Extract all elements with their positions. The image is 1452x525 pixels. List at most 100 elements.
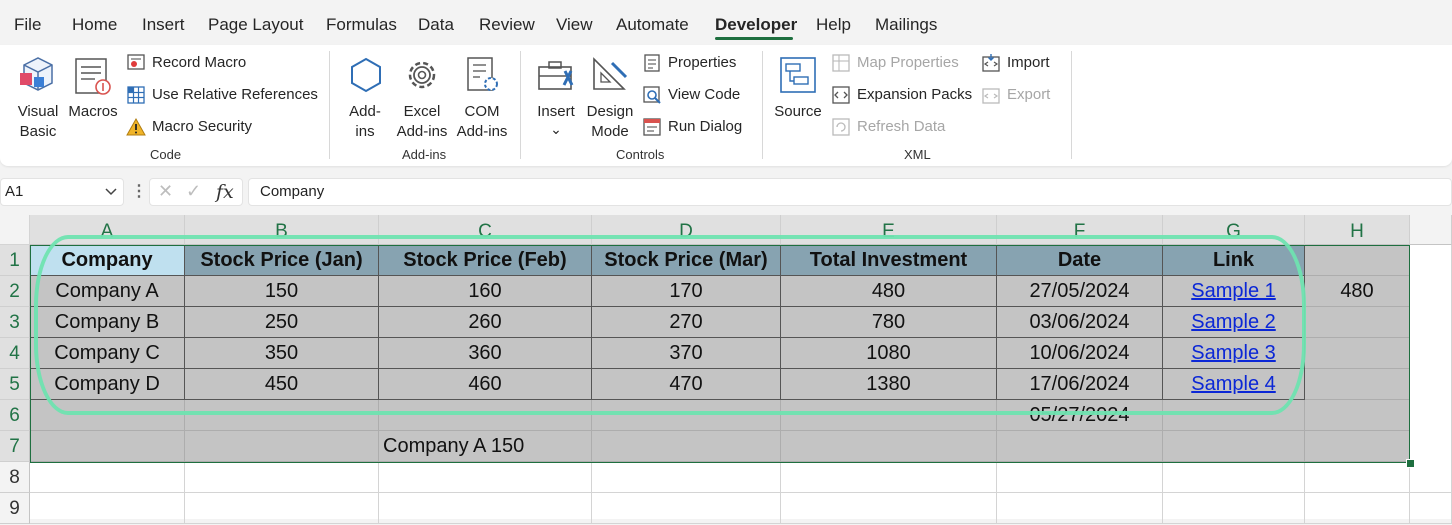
menu-data[interactable]: Data <box>418 15 454 35</box>
row-header-8[interactable]: 8 <box>0 462 30 493</box>
cell-e8[interactable] <box>781 462 997 493</box>
column-header-h[interactable]: H <box>1305 215 1410 245</box>
menu-automate[interactable]: Automate <box>616 15 689 35</box>
cell-e9[interactable] <box>781 493 997 524</box>
cell-a4[interactable]: Company C <box>30 338 185 369</box>
cell-a1-header[interactable]: Company <box>30 245 185 276</box>
cell-b8[interactable] <box>185 462 379 493</box>
cell-d6[interactable] <box>592 400 781 431</box>
cell-c6[interactable] <box>379 400 592 431</box>
cell-h2[interactable]: 480 <box>1305 276 1410 307</box>
cell-d9[interactable] <box>592 493 781 524</box>
cell-d5[interactable]: 470 <box>592 369 781 400</box>
cell-f1-header[interactable]: Date <box>997 245 1163 276</box>
cell-i8[interactable] <box>1410 462 1452 493</box>
cell-e1-header[interactable]: Total Investment <box>781 245 997 276</box>
row-header-2[interactable]: 2 <box>0 276 30 307</box>
cell-e6[interactable] <box>781 400 997 431</box>
column-header-c[interactable]: C <box>379 215 592 245</box>
cell-g3-link[interactable]: Sample 2 <box>1163 307 1305 338</box>
row-header-5[interactable]: 5 <box>0 369 30 400</box>
cell-d2[interactable]: 170 <box>592 276 781 307</box>
cell-a2[interactable]: Company A <box>30 276 185 307</box>
com-addins-button[interactable]: COM Add-ins <box>454 53 510 145</box>
enter-icon[interactable]: ✓ <box>186 181 201 202</box>
addins-button[interactable]: Add- ins <box>342 53 388 145</box>
column-header-a[interactable]: A <box>30 215 185 245</box>
cell-c4[interactable]: 360 <box>379 338 592 369</box>
more-options-icon[interactable]: ⋮ <box>131 181 147 201</box>
menu-home[interactable]: Home <box>72 15 117 35</box>
menu-mailings[interactable]: Mailings <box>875 15 937 35</box>
cell-h9[interactable] <box>1305 493 1410 524</box>
fill-handle[interactable] <box>1406 459 1415 468</box>
cell-h5[interactable] <box>1305 369 1410 400</box>
menu-view[interactable]: View <box>556 15 593 35</box>
macros-button[interactable]: Macros <box>66 53 120 123</box>
name-box[interactable]: A1 <box>0 178 124 206</box>
cell-f8[interactable] <box>997 462 1163 493</box>
cell-h7[interactable] <box>1305 431 1410 462</box>
row-header-6[interactable]: 6 <box>0 400 30 431</box>
cell-b6[interactable] <box>185 400 379 431</box>
row-header-9[interactable]: 9 <box>0 493 30 524</box>
cell-d1-header[interactable]: Stock Price (Mar) <box>592 245 781 276</box>
menu-page-layout[interactable]: Page Layout <box>208 15 303 35</box>
row-header-1[interactable]: 1 <box>0 245 30 276</box>
cell-c9[interactable] <box>379 493 592 524</box>
cell-d4[interactable]: 370 <box>592 338 781 369</box>
menu-file[interactable]: File <box>14 15 41 35</box>
select-all-corner[interactable] <box>0 215 30 245</box>
cell-b3[interactable]: 250 <box>185 307 379 338</box>
cell-e7[interactable] <box>781 431 997 462</box>
cell-g8[interactable] <box>1163 462 1305 493</box>
cancel-icon[interactable]: ✕ <box>158 181 173 202</box>
row-header-7[interactable]: 7 <box>0 431 30 462</box>
cell-h8[interactable] <box>1305 462 1410 493</box>
cell-a9[interactable] <box>30 493 185 524</box>
chevron-down-icon[interactable] <box>105 188 117 196</box>
cell-f2[interactable]: 27/05/2024 <box>997 276 1163 307</box>
cell-f7[interactable] <box>997 431 1163 462</box>
cell-d3[interactable]: 270 <box>592 307 781 338</box>
cell-d8[interactable] <box>592 462 781 493</box>
column-header-g[interactable]: G <box>1163 215 1305 245</box>
cell-g1-header[interactable]: Link <box>1163 245 1305 276</box>
visual-basic-button[interactable]: Visual Basic <box>12 53 64 140</box>
cell-f9[interactable] <box>997 493 1163 524</box>
cell-h3[interactable] <box>1305 307 1410 338</box>
cell-g5-link[interactable]: Sample 4 <box>1163 369 1305 400</box>
menu-review[interactable]: Review <box>479 15 535 35</box>
design-mode-button[interactable]: Design Mode <box>584 53 636 145</box>
cell-g6[interactable] <box>1163 400 1305 431</box>
cell-a8[interactable] <box>30 462 185 493</box>
cell-i9[interactable] <box>1410 493 1452 524</box>
cell-e4[interactable]: 1080 <box>781 338 997 369</box>
cell-g2-link[interactable]: Sample 1 <box>1163 276 1305 307</box>
cell-e2[interactable]: 480 <box>781 276 997 307</box>
cell-f5[interactable]: 17/06/2024 <box>997 369 1163 400</box>
cell-c8[interactable] <box>379 462 592 493</box>
insert-control-button[interactable]: Insert ⌄ <box>530 53 582 145</box>
cell-g4-link[interactable]: Sample 3 <box>1163 338 1305 369</box>
column-header-b[interactable]: B <box>185 215 379 245</box>
menu-insert[interactable]: Insert <box>142 15 185 35</box>
cell-f3[interactable]: 03/06/2024 <box>997 307 1163 338</box>
cell-f6[interactable]: 05/27/2024 <box>997 400 1163 431</box>
menu-help[interactable]: Help <box>816 15 851 35</box>
column-header-d[interactable]: D <box>592 215 781 245</box>
cell-b7[interactable] <box>185 431 379 462</box>
cell-g9[interactable] <box>1163 493 1305 524</box>
cell-b4[interactable]: 350 <box>185 338 379 369</box>
cell-a5[interactable]: Company D <box>30 369 185 400</box>
cell-e3[interactable]: 780 <box>781 307 997 338</box>
formula-input[interactable]: Company <box>248 178 1452 206</box>
cell-a6[interactable] <box>30 400 185 431</box>
cell-f4[interactable]: 10/06/2024 <box>997 338 1163 369</box>
cell-c7[interactable]: Company A 150 <box>379 431 592 462</box>
row-header-3[interactable]: 3 <box>0 307 30 338</box>
cell-e5[interactable]: 1380 <box>781 369 997 400</box>
cell-a3[interactable]: Company B <box>30 307 185 338</box>
cell-b1-header[interactable]: Stock Price (Jan) <box>185 245 379 276</box>
column-header-e[interactable]: E <box>781 215 997 245</box>
